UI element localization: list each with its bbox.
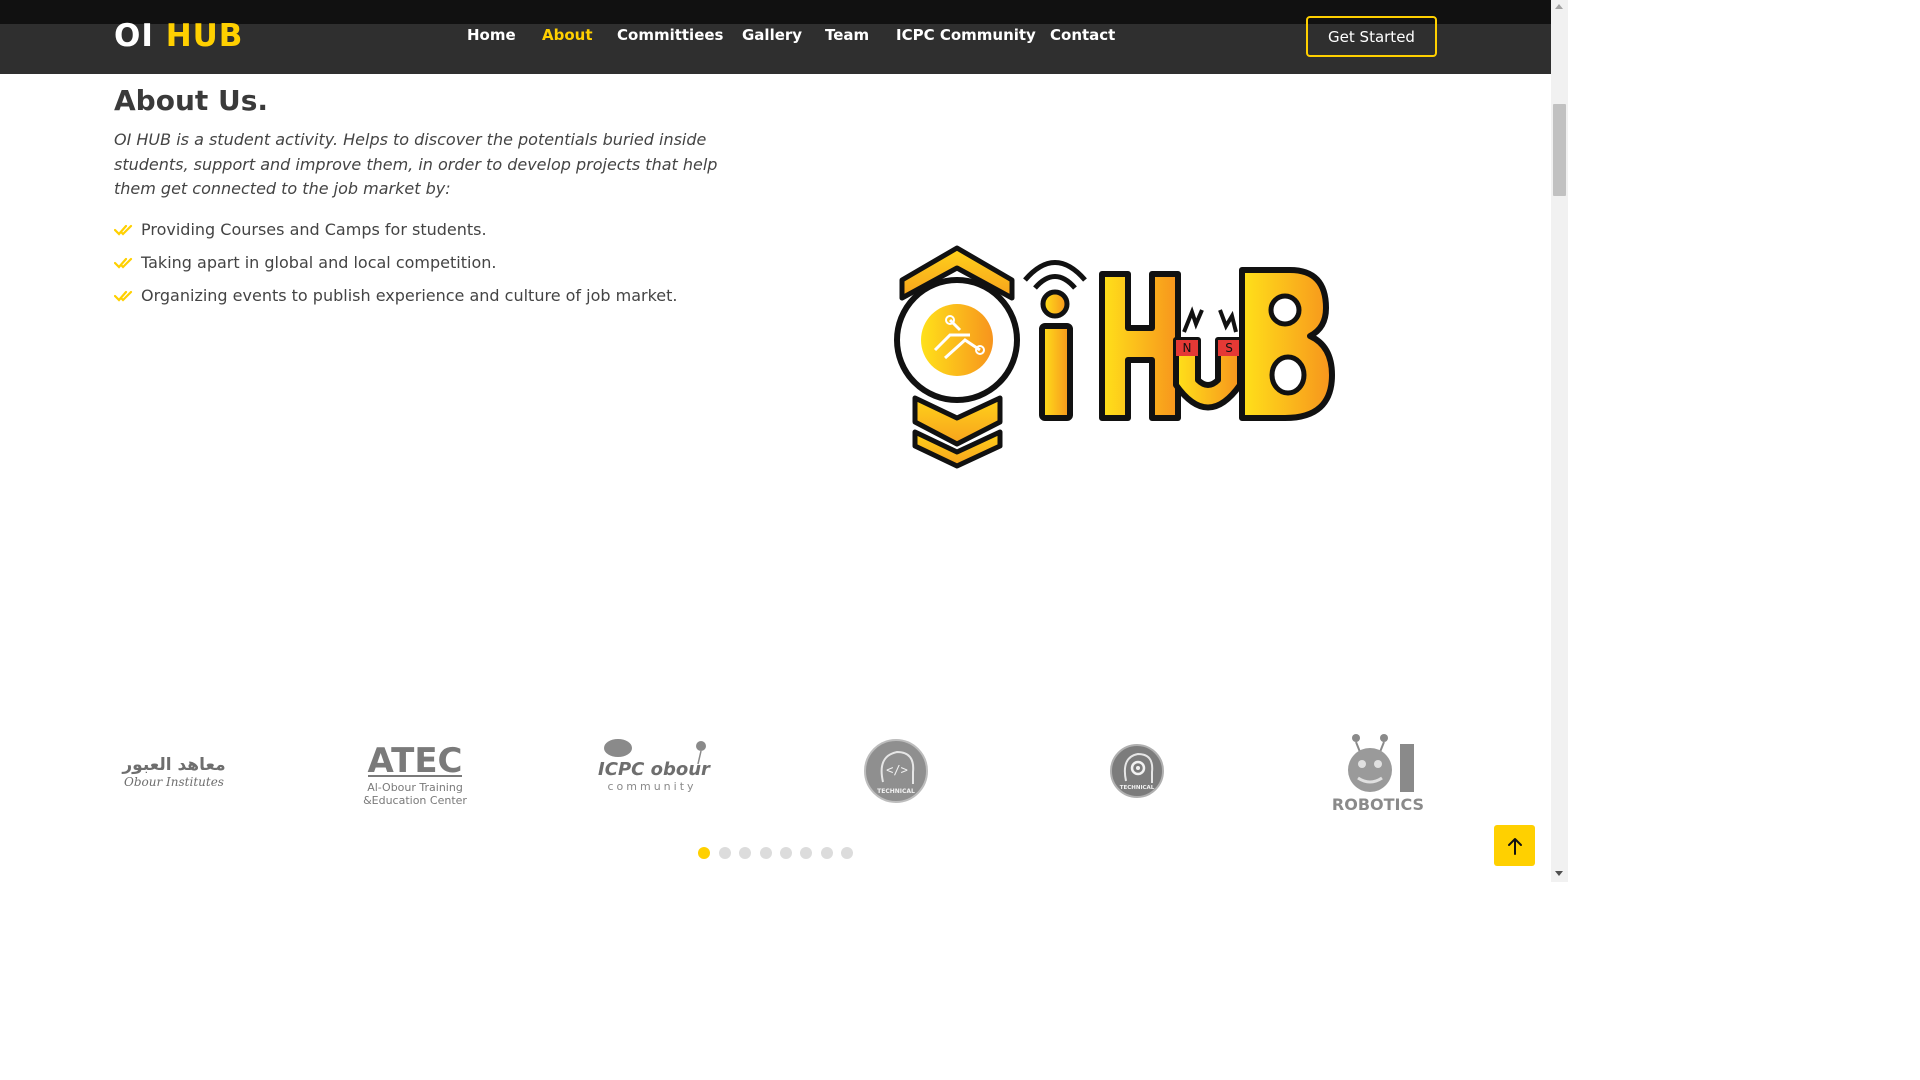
nav-team[interactable]: Team <box>825 26 869 44</box>
atec-line2: Al-Obour Training <box>367 781 463 794</box>
atec-mark-icon: ATEC Al-Obour Training &Education Center <box>363 741 467 807</box>
double-check-icon <box>114 224 133 236</box>
svg-text:</>: </> <box>886 763 908 777</box>
carousel-dot[interactable] <box>800 847 812 859</box>
scroll-down-arrow-icon[interactable] <box>1555 871 1563 876</box>
icpc-subtitle: community <box>607 780 696 793</box>
nav-home[interactable]: Home <box>467 26 516 44</box>
carousel-dot[interactable] <box>780 847 792 859</box>
obour-institutes-mark-icon: معاهد العبور Obour Institutes <box>121 755 225 789</box>
oi-hub-logo-image: N S <box>894 245 1335 469</box>
technical-code-icon: </> TECHNICAL <box>864 739 928 803</box>
technical-label-2: TECHNICAL <box>1120 785 1155 791</box>
nav-committiees[interactable]: Committiees <box>617 26 723 44</box>
carousel-dot[interactable] <box>698 847 710 859</box>
carousel-dot[interactable] <box>841 847 853 859</box>
about-list-text: Providing Courses and Camps for students… <box>141 220 487 239</box>
carousel-dot[interactable] <box>719 847 731 859</box>
robotics-mark-icon: ROBOTICS <box>1332 734 1424 814</box>
about-list-item: Taking apart in global and local competi… <box>114 251 677 284</box>
icpc-obour-logo[interactable]: ICPC obour community <box>596 736 712 796</box>
double-check-icon <box>114 290 133 302</box>
carousel-dot[interactable] <box>739 847 751 859</box>
robotics-logo[interactable]: ROBOTICS <box>1332 730 1428 814</box>
nav-about[interactable]: About <box>542 26 593 44</box>
about-list-text: Taking apart in global and local competi… <box>141 253 497 272</box>
technical-label-1: TECHNICAL <box>877 788 915 795</box>
magnet-n-label: N <box>1183 341 1192 355</box>
icpc-title: ICPC obour <box>598 759 711 780</box>
technical-logo-1[interactable]: </> TECHNICAL <box>863 738 929 804</box>
arrow-up-icon <box>1507 837 1522 855</box>
about-list-item: Organizing events to publish experience … <box>114 284 677 317</box>
technical-logo-2[interactable]: TECHNICAL <box>1109 743 1165 799</box>
carousel-dot[interactable] <box>821 847 833 859</box>
carousel-dot[interactable] <box>760 847 772 859</box>
double-check-icon <box>114 257 133 269</box>
about-list-item: Providing Courses and Camps for students… <box>114 218 677 251</box>
scroll-up-arrow-icon[interactable] <box>1555 4 1563 9</box>
about-description: OI HUB is a student activity. Helps to d… <box>114 130 718 198</box>
atec-logo[interactable]: ATEC Al-Obour Training &Education Center <box>362 732 468 808</box>
page-scrollbar[interactable] <box>1551 0 1568 882</box>
nav-gallery[interactable]: Gallery <box>742 26 802 44</box>
about-list: Providing Courses and Camps for students… <box>114 218 677 317</box>
about-title: About Us. <box>114 84 269 117</box>
about-list-text: Organizing events to publish experience … <box>141 286 678 305</box>
icpc-obour-mark-icon: ICPC obour community <box>598 739 711 793</box>
nav-icpc-community[interactable]: ICPC Community <box>896 26 1036 44</box>
atec-line3: &Education Center <box>363 794 467 807</box>
obour-institutes-logo[interactable]: معاهد العبور Obour Institutes <box>112 748 237 792</box>
obour-en-text: Obour Institutes <box>124 775 224 789</box>
logo-accent-text: HUB <box>165 18 244 54</box>
scrollbar-thumb[interactable] <box>1553 104 1566 196</box>
logo-main-text: OI <box>114 18 154 54</box>
obour-ar-text: معاهد العبور <box>121 755 225 775</box>
get-started-button[interactable]: Get Started <box>1306 16 1437 57</box>
nav-contact[interactable]: Contact <box>1050 26 1115 44</box>
site-logo[interactable]: OI HUB <box>114 18 243 54</box>
back-to-top-button[interactable] <box>1494 825 1535 866</box>
technical-gear-icon: TECHNICAL <box>1110 744 1164 798</box>
magnet-s-label: S <box>1225 341 1233 355</box>
robotics-label: ROBOTICS <box>1332 795 1424 814</box>
